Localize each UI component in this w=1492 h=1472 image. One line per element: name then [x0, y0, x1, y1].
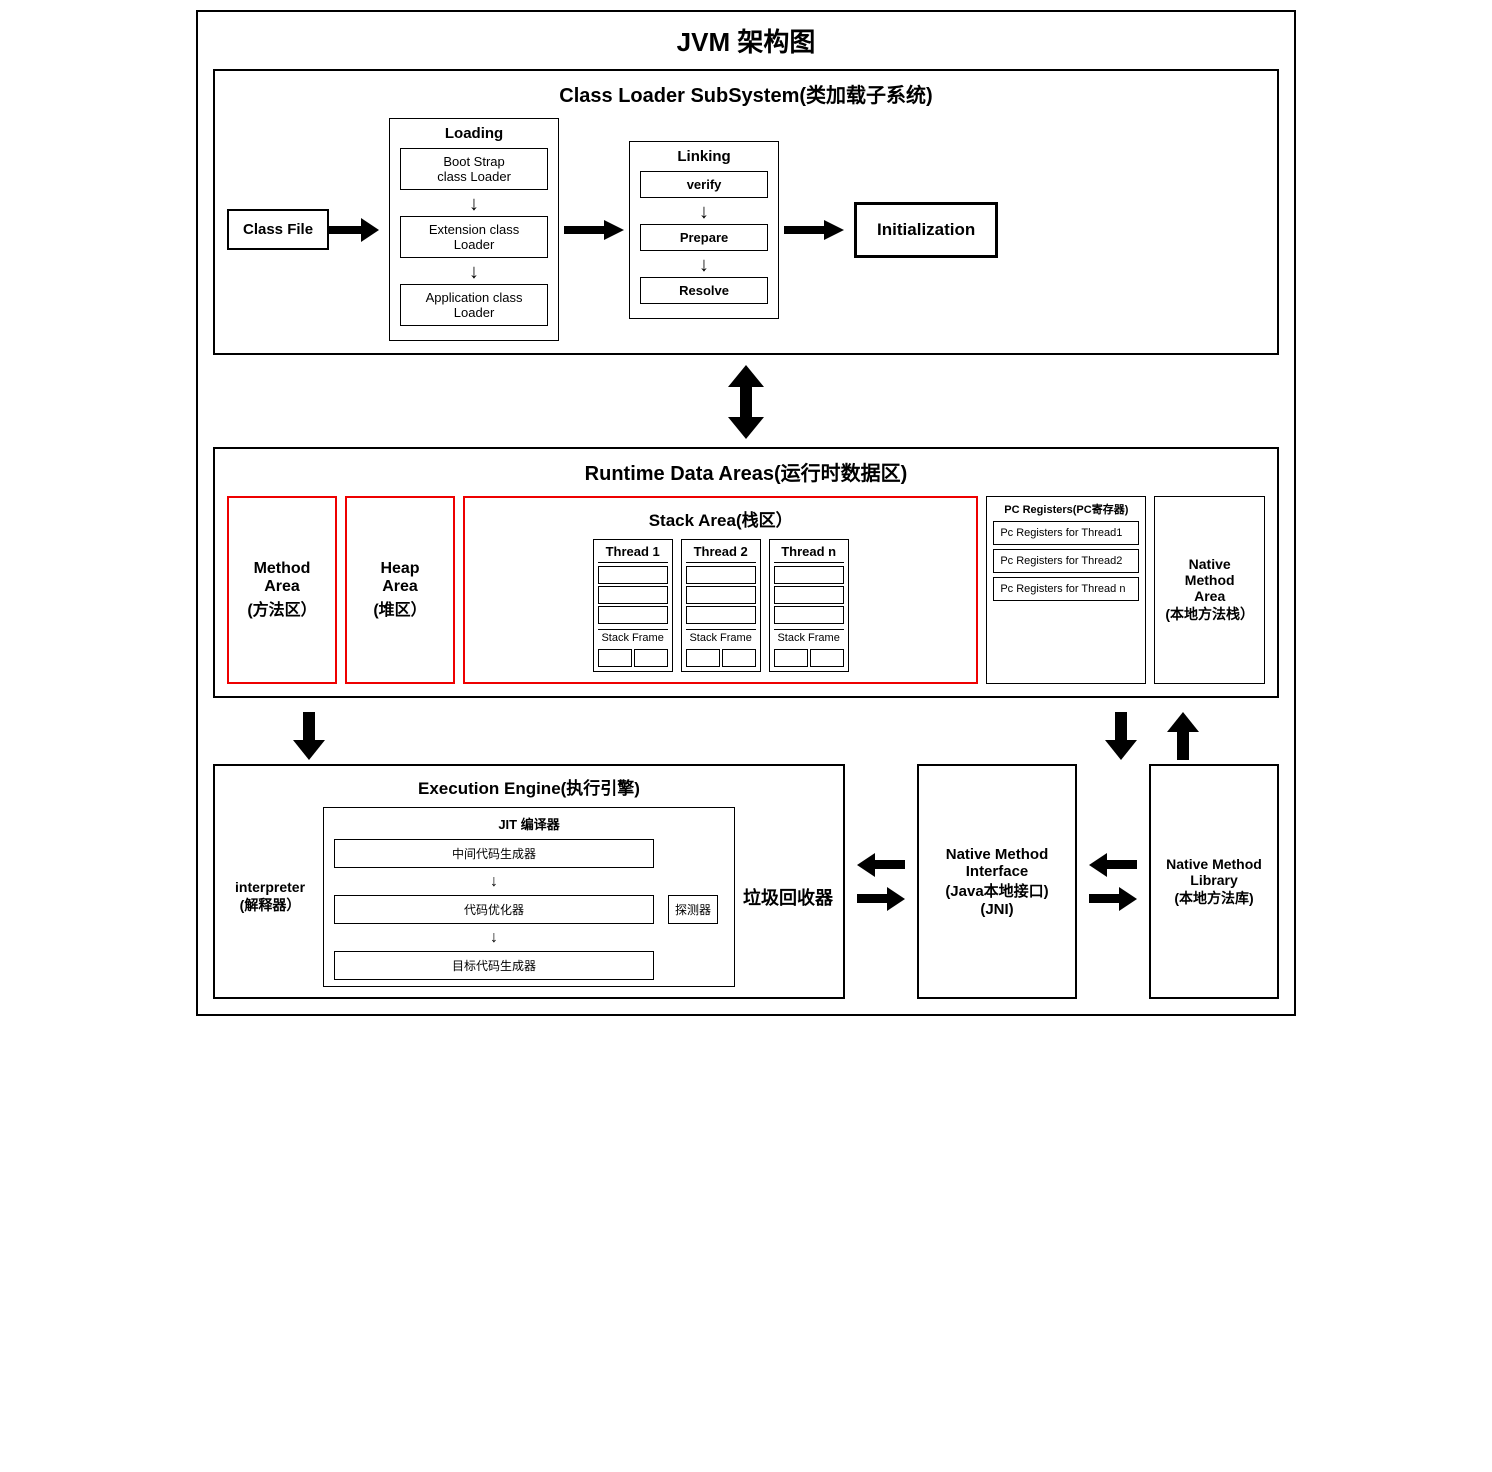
verify-box: verify [640, 171, 768, 198]
extension-loader-box: Extension classLoader [400, 216, 548, 258]
thread1-cell2 [634, 649, 668, 667]
bottom-row: Execution Engine(执行引擎) interpreter(解释器） … [213, 764, 1279, 999]
native-interface-label: Native MethodInterface(Java本地接口)(JNI) [945, 846, 1048, 918]
heap-area-box: HeapArea(堆区） [345, 496, 455, 684]
classloader-title: Class Loader SubSystem(类加载子系统) [227, 79, 1265, 108]
jit-steps: 中间代码生成器 ↓ 代码优化器 ↓ 目标代码生成器 [334, 839, 654, 980]
detector-box: 探测器 [668, 895, 718, 924]
native-method-area-box: NativeMethodArea(本地方法栈） [1154, 496, 1265, 684]
threadn-row2 [774, 586, 844, 604]
threadn-label: Thread n [774, 544, 844, 563]
jit-section: JIT 编译器 中间代码生成器 ↓ 代码优化器 ↓ 目标代码生成器 探测器 [323, 807, 735, 987]
thread2-col: Thread 2 Stack Frame [681, 539, 761, 672]
thread2-cell1 [686, 649, 720, 667]
stack-area-box: Stack Area(栈区） Thread 1 Stack Frame [463, 496, 978, 684]
interpreter-label: interpreter(解释器） [235, 879, 305, 915]
loading-block: Loading Boot Strapclass Loader ↓ Extensi… [389, 118, 559, 341]
initialization-box: Initialization [854, 202, 998, 258]
native-library-label: Native MethodLibrary(本地方法库) [1166, 856, 1262, 908]
threadn-col: Thread n Stack Frame [769, 539, 849, 672]
thread1-col: Thread 1 Stack Frame [593, 539, 673, 672]
method-area-box: MethodArea(方法区） [227, 496, 337, 684]
threadn-cell2 [810, 649, 844, 667]
thread2-cell2 [722, 649, 756, 667]
mid-arrows [213, 708, 1279, 764]
loader-arrow1: ↓ [400, 194, 548, 214]
jit-step3: 目标代码生成器 [334, 951, 654, 980]
jit-arrow2: ↓ [334, 928, 654, 947]
thread1-row1 [598, 566, 668, 584]
bootstrap-loader-box: Boot Strapclass Loader [400, 148, 548, 190]
left-arrow2 [1089, 853, 1137, 877]
native-library-box: Native MethodLibrary(本地方法库) [1149, 764, 1279, 999]
gc-label: 垃圾回收器 [743, 884, 833, 910]
runtime-to-exec-arrow [293, 712, 325, 760]
thread1-label: Thread 1 [598, 544, 668, 563]
class-file-box: Class File [227, 209, 329, 250]
link-arrow1: ↓ [640, 202, 768, 222]
classloader-section: Class Loader SubSystem(类加载子系统) Class Fil… [213, 69, 1279, 355]
detector-area: 探测器 [662, 839, 724, 980]
down-arrow-right [1105, 712, 1137, 760]
loading-to-linking-arrow [564, 220, 624, 240]
gc-box: 垃圾回收器 [743, 807, 833, 987]
init-section: Initialization [854, 202, 998, 258]
loader-arrow2: ↓ [400, 262, 548, 282]
left-arrow [857, 853, 905, 877]
linking-to-init-arrow [784, 220, 844, 240]
thread1-row3 [598, 606, 668, 624]
runtime-title: Runtime Data Areas(运行时数据区) [227, 457, 1265, 486]
method-area-label: MethodArea(方法区） [247, 560, 316, 620]
thread1-row2 [598, 586, 668, 604]
resolve-box: Resolve [640, 277, 768, 304]
main-title: JVM 架构图 [213, 22, 1279, 59]
thread2-row3 [686, 606, 756, 624]
class-file-area: Class File [227, 209, 379, 250]
exec-to-native-arrows [853, 764, 909, 999]
threadn-cell1 [774, 649, 808, 667]
native-interface-box: Native MethodInterface(Java本地接口)(JNI) [917, 764, 1077, 999]
stack-area-title: Stack Area(栈区） [475, 506, 966, 531]
link-arrow2: ↓ [640, 255, 768, 275]
jit-step1: 中间代码生成器 [334, 839, 654, 868]
interpreter-box: interpreter(解释器） [225, 807, 315, 987]
thread2-stack-frame: Stack Frame [686, 629, 756, 644]
class-file-arrow [329, 220, 379, 240]
heap-area-label: HeapArea(堆区） [373, 560, 426, 620]
native-method-area-label: NativeMethodArea(本地方法栈） [1165, 556, 1254, 624]
native-to-library-arrows [1085, 764, 1141, 999]
execution-title: Execution Engine(执行引擎) [225, 774, 833, 799]
thread2-row2 [686, 586, 756, 604]
pc-thread2-row: Pc Registers for Thread2 [993, 549, 1139, 573]
prepare-box: Prepare [640, 224, 768, 251]
right-arrow [857, 887, 905, 911]
pc-registers-box: PC Registers(PC寄存器) Pc Registers for Thr… [986, 496, 1146, 684]
pc-title: PC Registers(PC寄存器) [993, 501, 1139, 517]
thread2-row1 [686, 566, 756, 584]
thread1-stack-frame: Stack Frame [598, 629, 668, 644]
pc-thread1-row: Pc Registers for Thread1 [993, 521, 1139, 545]
threadn-row1 [774, 566, 844, 584]
linking-title: Linking [640, 148, 768, 165]
pc-threadn-row: Pc Registers for Thread n [993, 577, 1139, 601]
threadn-stack-frame: Stack Frame [774, 629, 844, 644]
classloader-to-runtime-arrow [213, 365, 1279, 439]
right-arrow2 [1089, 887, 1137, 911]
jit-title: JIT 编译器 [334, 814, 724, 833]
right-arrows [1105, 712, 1199, 760]
up-arrow-right [1167, 712, 1199, 760]
thread1-cell1 [598, 649, 632, 667]
loading-title: Loading [400, 125, 548, 142]
runtime-section: Runtime Data Areas(运行时数据区) MethodArea(方法… [213, 447, 1279, 698]
jit-arrow1: ↓ [334, 872, 654, 891]
linking-block: Linking verify ↓ Prepare ↓ Resolve [629, 141, 779, 319]
execution-section: Execution Engine(执行引擎) interpreter(解释器） … [213, 764, 845, 999]
main-container: JVM 架构图 Class Loader SubSystem(类加载子系统) C… [196, 10, 1296, 1016]
jit-step2: 代码优化器 [334, 895, 654, 924]
thread2-label: Thread 2 [686, 544, 756, 563]
application-loader-box: Application classLoader [400, 284, 548, 326]
threadn-row3 [774, 606, 844, 624]
